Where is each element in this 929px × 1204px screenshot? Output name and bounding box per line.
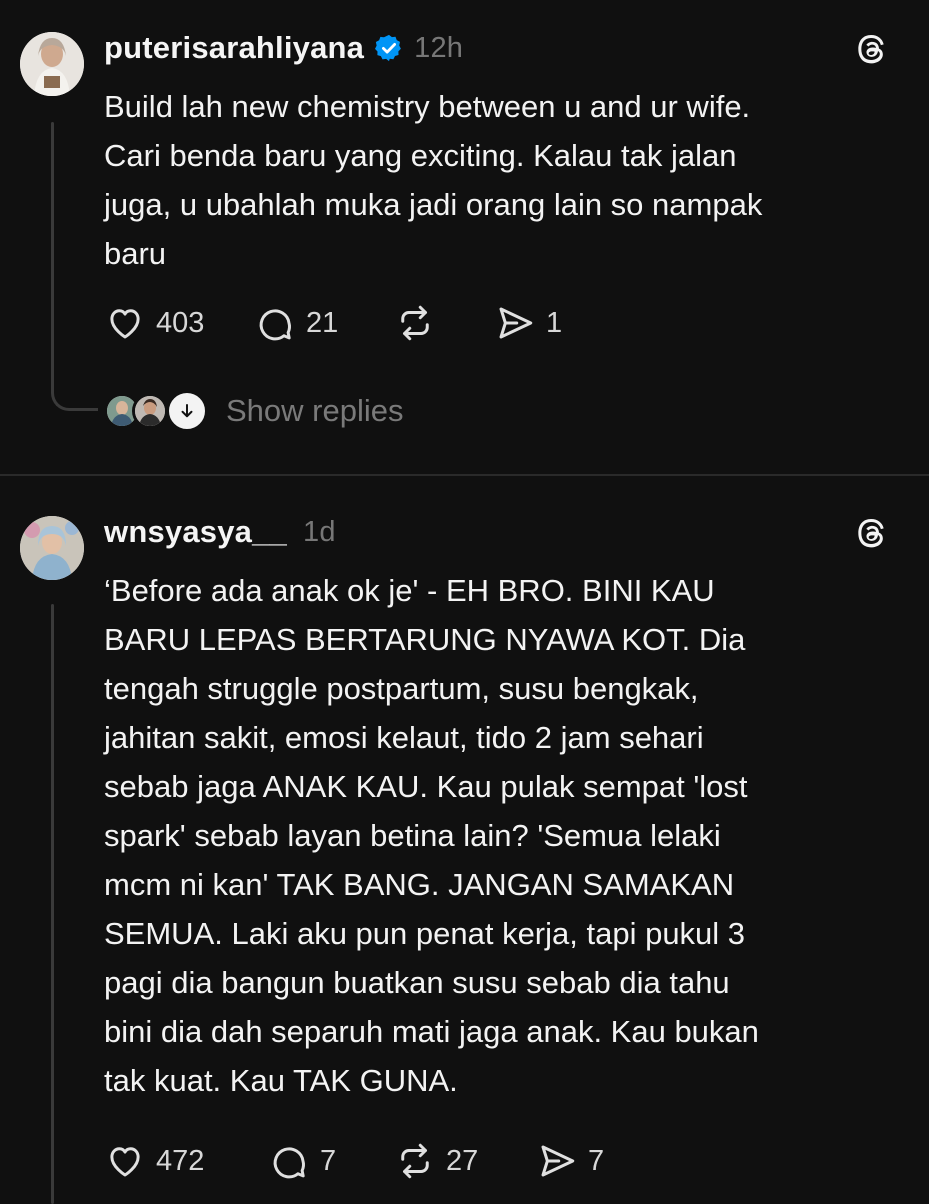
threads-logo-icon[interactable] [851, 30, 891, 70]
like-button[interactable]: 403 [104, 302, 254, 344]
share-button[interactable]: 1 [494, 302, 562, 344]
post-header: wnsyasya__ 1d [104, 514, 336, 550]
show-replies-label: Show replies [226, 393, 404, 428]
chevron-down-icon [166, 390, 208, 432]
post-time: 1d [302, 515, 336, 548]
comment-button[interactable]: 7 [268, 1140, 394, 1182]
repost-button[interactable]: 27 [394, 1140, 536, 1182]
repost-button[interactable] [394, 302, 494, 344]
like-button[interactable]: 472 [104, 1140, 268, 1182]
action-bar: 472 7 27 7 [104, 1140, 604, 1182]
thread-line [51, 122, 54, 384]
share-icon [499, 307, 533, 339]
comment-button[interactable]: 21 [254, 302, 394, 344]
verified-badge-icon [375, 34, 401, 62]
threads-logo-icon[interactable] [851, 514, 891, 554]
post-time: 12h [414, 31, 464, 64]
heart-icon [110, 1147, 140, 1177]
avatar[interactable] [20, 32, 84, 96]
post-text: Build lah new chemistry between u and ur… [104, 89, 763, 271]
comment-count: 7 [320, 1144, 337, 1177]
repost-icon [401, 1143, 429, 1179]
thread-line [51, 604, 54, 1204]
share-count: 1 [546, 306, 563, 339]
comment-count: 21 [306, 306, 339, 339]
username[interactable]: wnsyasya__ [104, 514, 287, 550]
username[interactable]: puterisarahliyana [104, 30, 364, 66]
repost-icon [401, 305, 429, 341]
post-header: puterisarahliyana 12h [104, 30, 463, 66]
heart-icon [110, 309, 140, 339]
share-count: 7 [588, 1144, 605, 1177]
action-bar: 403 21 1 [104, 302, 562, 344]
post-text: ‘Before ada anak ok je' - EH BRO. BINI K… [104, 573, 759, 1098]
reply-avatar [132, 393, 168, 429]
share-icon [541, 1145, 575, 1177]
avatar[interactable] [20, 516, 84, 580]
show-replies-button[interactable]: Show replies [104, 390, 403, 432]
like-count: 403 [156, 306, 205, 339]
post-1: puterisarahliyana 12h Build lah new chem… [0, 0, 929, 470]
comment-icon [259, 309, 291, 341]
like-count: 472 [156, 1144, 205, 1177]
post-2: wnsyasya__ 1d ‘Before ada anak ok je' - … [0, 476, 929, 1204]
thread-connector [51, 378, 98, 411]
comment-icon [273, 1147, 305, 1179]
share-button[interactable]: 7 [536, 1140, 604, 1182]
repost-count: 27 [446, 1144, 479, 1177]
